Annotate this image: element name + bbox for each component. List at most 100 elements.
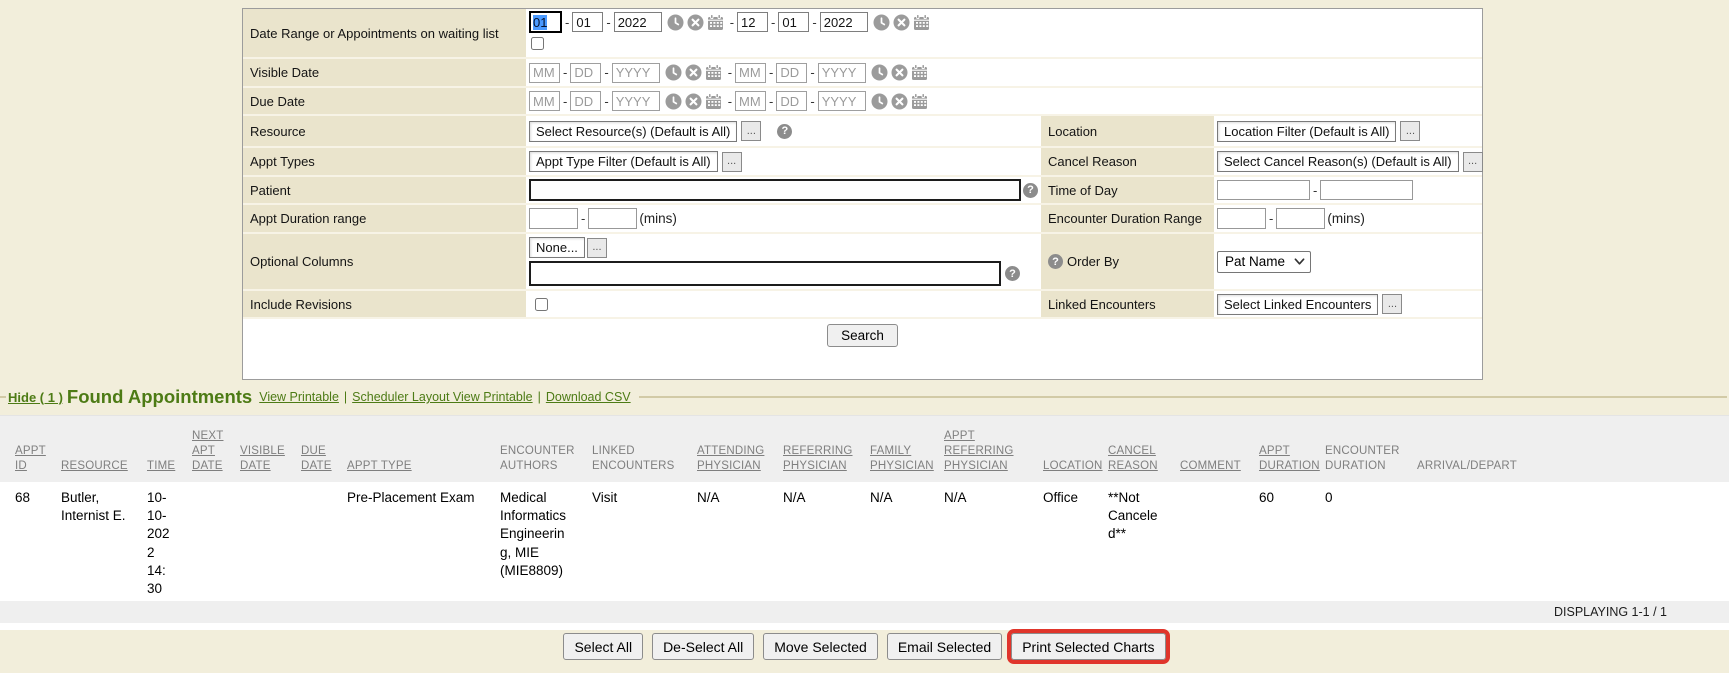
due-to-year-input[interactable] xyxy=(818,91,866,111)
table-row[interactable]: 68 Butler, Internist E. 10-10-2022 14:30… xyxy=(0,482,1729,601)
encounter-duration-to-input[interactable] xyxy=(1276,208,1325,229)
view-printable-link[interactable]: View Printable xyxy=(259,390,339,404)
time-of-day-from-input[interactable] xyxy=(1217,180,1310,200)
location-picker-button[interactable]: ... xyxy=(1400,121,1420,141)
optional-columns-input[interactable] xyxy=(529,261,1001,286)
sort-location-link[interactable]: LOCATION xyxy=(1043,460,1103,472)
calendar-icon[interactable] xyxy=(705,93,722,110)
encounter-duration-from-input[interactable] xyxy=(1217,208,1266,229)
date-from-year-input[interactable] xyxy=(614,12,662,32)
clear-circle-icon[interactable] xyxy=(687,14,704,31)
email-selected-button[interactable]: Email Selected xyxy=(887,633,1002,660)
date-to-year-input[interactable] xyxy=(820,12,868,32)
clear-circle-icon[interactable] xyxy=(891,64,908,81)
date-to-month-input[interactable] xyxy=(737,12,768,32)
sort-next-apt-date-link[interactable]: NEXT APT DATE xyxy=(192,430,223,472)
clock-icon[interactable] xyxy=(871,64,888,81)
search-button[interactable]: Search xyxy=(827,324,898,347)
sort-comment-link[interactable]: COMMENT xyxy=(1180,460,1241,472)
sort-cancel-reason-link[interactable]: CANCEL REASON xyxy=(1108,445,1158,472)
displaying-status: DISPLAYING 1-1 / 1 xyxy=(0,601,1729,623)
sort-time-link[interactable]: TIME xyxy=(147,460,175,472)
clock-icon[interactable] xyxy=(667,14,684,31)
sort-referring-physician-link[interactable]: REFERRING PHYSICIAN xyxy=(783,445,853,472)
clear-circle-icon[interactable] xyxy=(893,14,910,31)
due-from-month-input[interactable] xyxy=(529,91,560,111)
clear-circle-icon[interactable] xyxy=(685,64,702,81)
table-header-row: APPT ID RESOURCE TIME NEXT APT DATE VISI… xyxy=(0,416,1729,482)
calendar-icon[interactable] xyxy=(911,93,928,110)
clock-icon[interactable] xyxy=(873,14,890,31)
waiting-list-checkbox[interactable] xyxy=(531,37,544,50)
due-to-day-input[interactable] xyxy=(776,91,807,111)
optional-columns-picker-button[interactable]: ... xyxy=(587,238,607,258)
resource-picker-button[interactable]: ... xyxy=(741,121,761,141)
time-of-day-to-input[interactable] xyxy=(1320,180,1413,200)
help-icon[interactable]: ? xyxy=(1005,266,1020,281)
order-by-value: Pat Name xyxy=(1225,254,1285,269)
clock-icon[interactable] xyxy=(871,93,888,110)
select-all-button[interactable]: Select All xyxy=(563,633,643,660)
visible-from-day-input[interactable] xyxy=(570,63,601,83)
help-icon[interactable]: ? xyxy=(1023,183,1038,198)
move-selected-button[interactable]: Move Selected xyxy=(763,633,878,660)
appt-duration-to-input[interactable] xyxy=(588,208,637,229)
calendar-icon[interactable] xyxy=(911,64,928,81)
clock-icon[interactable] xyxy=(665,64,682,81)
clear-circle-icon[interactable] xyxy=(685,93,702,110)
visible-to-year-input[interactable] xyxy=(818,63,866,83)
due-to-month-input[interactable] xyxy=(735,91,766,111)
calendar-icon[interactable] xyxy=(705,64,722,81)
cancel-reason-select[interactable]: Select Cancel Reason(s) (Default is All) xyxy=(1217,151,1459,172)
calendar-icon[interactable] xyxy=(707,14,724,31)
col-comment: COMMENT xyxy=(1165,416,1244,482)
optional-columns-select[interactable]: None... xyxy=(529,237,585,258)
order-by-select[interactable]: Pat Name xyxy=(1217,251,1311,273)
resource-select[interactable]: Select Resource(s) (Default is All) xyxy=(529,121,737,142)
hide-results-link[interactable]: Hide ( 1 ) xyxy=(8,390,63,405)
help-icon[interactable]: ? xyxy=(777,124,792,139)
appt-types-picker-button[interactable]: ... xyxy=(722,152,742,172)
visible-from-month-input[interactable] xyxy=(529,63,560,83)
patient-input[interactable] xyxy=(529,179,1021,201)
visible-to-day-input[interactable] xyxy=(776,63,807,83)
date-from-day-input[interactable] xyxy=(572,12,603,32)
clock-icon[interactable] xyxy=(665,93,682,110)
location-select[interactable]: Location Filter (Default is All) xyxy=(1217,121,1396,142)
sort-appt-type-link[interactable]: APPT TYPE xyxy=(347,460,412,472)
cancel-reason-label: Cancel Reason xyxy=(1041,148,1214,175)
sort-family-physician-link[interactable]: FAMILY PHYSICIAN xyxy=(870,445,934,472)
sort-appt-referring-physician-link[interactable]: APPT REFERRING PHYSICIAN xyxy=(944,430,1014,472)
visible-to-month-input[interactable] xyxy=(735,63,766,83)
sort-attending-physician-link[interactable]: ATTENDING PHYSICIAN xyxy=(697,445,764,472)
linked-encounters-picker-button[interactable]: ... xyxy=(1382,294,1402,314)
due-from-year-input[interactable] xyxy=(612,91,660,111)
due-date-row: Due Date - - - - - xyxy=(243,88,1482,116)
patient-label: Patient xyxy=(243,177,526,203)
time-of-day-label: Time of Day xyxy=(1041,177,1214,203)
appt-types-select[interactable]: Appt Type Filter (Default is All) xyxy=(529,151,718,172)
print-selected-charts-button[interactable]: Print Selected Charts xyxy=(1011,633,1165,660)
col-cancel-reason: CANCEL REASON xyxy=(1093,416,1165,482)
linked-encounters-select[interactable]: Select Linked Encounters xyxy=(1217,294,1378,315)
appt-duration-from-input[interactable] xyxy=(529,208,578,229)
sort-due-date-link[interactable]: DUE DATE xyxy=(301,445,332,472)
due-from-day-input[interactable] xyxy=(570,91,601,111)
date-from-month-input[interactable]: 01 xyxy=(529,11,562,33)
scheduler-layout-view-printable-link[interactable]: Scheduler Layout View Printable xyxy=(352,390,532,404)
sort-resource-link[interactable]: RESOURCE xyxy=(61,460,128,472)
cancel-reason-picker-button[interactable]: ... xyxy=(1463,152,1483,172)
date-to-day-input[interactable] xyxy=(778,12,809,32)
include-revisions-checkbox[interactable] xyxy=(535,298,548,311)
visible-from-year-input[interactable] xyxy=(612,63,660,83)
date-range-row: Date Range or Appointments on waiting li… xyxy=(243,9,1482,59)
sort-appt-id-link[interactable]: APPT ID xyxy=(15,445,46,472)
help-icon[interactable]: ? xyxy=(1048,254,1063,269)
clear-circle-icon[interactable] xyxy=(891,93,908,110)
download-csv-link[interactable]: Download CSV xyxy=(546,390,631,404)
deselect-all-button[interactable]: De-Select All xyxy=(652,633,754,660)
col-family-physician: FAMILY PHYSICIAN xyxy=(855,416,929,482)
duration-row: Appt Duration range - (mins) Encounter D… xyxy=(243,205,1482,234)
sort-visible-date-link[interactable]: VISIBLE DATE xyxy=(240,445,285,472)
calendar-icon[interactable] xyxy=(913,14,930,31)
